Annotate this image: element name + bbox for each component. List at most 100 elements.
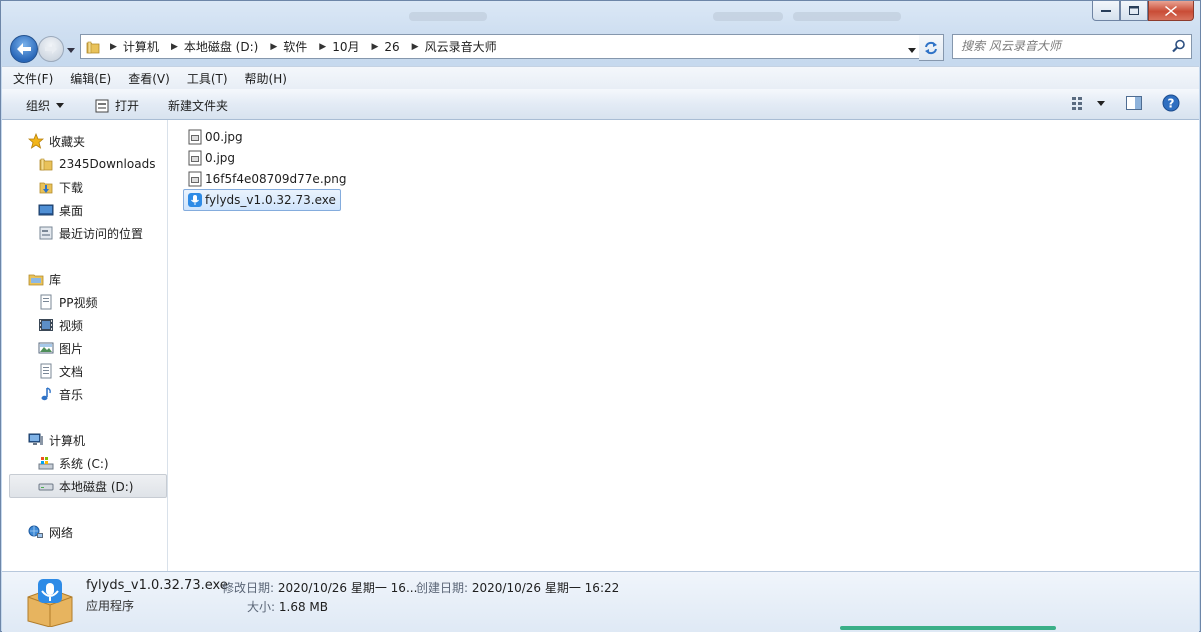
sidebar-item-label: 最近访问的位置 — [59, 226, 144, 241]
breadcrumb-separator[interactable]: ▶ — [165, 42, 184, 52]
sidebar-item-drive-c[interactable]: 系统 (C:) — [2, 452, 166, 474]
sidebar-header-favorites[interactable]: 收藏夹 — [2, 130, 166, 152]
file-item[interactable]: 00.jpg — [187, 127, 243, 147]
sidebar-header-libraries[interactable]: 库 — [2, 268, 166, 290]
new-folder-label: 新建文件夹 — [168, 99, 229, 113]
breadcrumb-separator[interactable]: ▶ — [406, 42, 425, 52]
hard-drive-icon — [38, 478, 54, 494]
sidebar-header-label: 计算机 — [49, 433, 86, 448]
search-icon[interactable] — [1172, 39, 1186, 56]
breadcrumb-item-month[interactable]: 10月 — [332, 38, 365, 55]
menu-view[interactable]: 查看(V) — [122, 70, 176, 87]
sidebar-item-label: 下载 — [59, 180, 84, 195]
command-bar: 组织 打开 新建文件夹 ? — [2, 89, 1199, 120]
search-input[interactable] — [953, 35, 1166, 56]
breadcrumb-separator[interactable]: ▶ — [313, 42, 332, 52]
sidebar-header-label: 收藏夹 — [49, 134, 86, 149]
file-item[interactable]: 16f5f4e08709d77e.png — [187, 169, 346, 189]
maximize-icon — [1129, 6, 1139, 15]
arrow-right-icon — [45, 44, 57, 54]
search-box[interactable] — [952, 34, 1192, 59]
chevron-down-icon — [67, 48, 75, 53]
maximize-button[interactable] — [1120, 1, 1148, 21]
sidebar-item-label: 桌面 — [59, 203, 84, 218]
sidebar-item-label: 音乐 — [59, 387, 84, 402]
file-item-selected[interactable]: fylyds_v1.0.32.73.exe — [183, 189, 341, 211]
sidebar-item-label: 系统 (C:) — [59, 456, 109, 471]
recent-pages-dropdown[interactable] — [67, 42, 75, 56]
sidebar-header-label: 网络 — [49, 525, 74, 540]
chevron-down-icon — [1097, 100, 1105, 106]
image-file-icon — [187, 171, 203, 187]
title-bar — [1, 1, 1200, 31]
minimize-icon — [1101, 9, 1111, 12]
view-icon — [1072, 97, 1082, 110]
arrow-left-icon — [17, 43, 31, 55]
file-item[interactable]: 0.jpg — [187, 148, 235, 168]
file-name: 16f5f4e08709d77e.png — [205, 172, 347, 186]
breadcrumb-item-computer[interactable]: 计算机 — [123, 38, 165, 55]
minimize-button[interactable] — [1092, 1, 1120, 21]
organize-button[interactable]: 组织 — [26, 97, 65, 114]
breadcrumb-item-day[interactable]: 26 — [384, 40, 405, 54]
sidebar-header-network[interactable]: 网络 — [2, 521, 166, 543]
menu-help[interactable]: 帮助(H) — [239, 70, 293, 87]
details-size-label: 大小: — [247, 600, 276, 614]
breadcrumb-separator[interactable]: ▶ — [264, 42, 283, 52]
sidebar-item-music[interactable]: 音乐 — [2, 383, 166, 405]
sidebar-item-pictures[interactable]: 图片 — [2, 337, 166, 359]
refresh-icon — [925, 41, 937, 54]
system-drive-icon — [38, 455, 54, 471]
download-folder-icon — [38, 179, 54, 195]
open-label: 打开 — [115, 99, 140, 113]
breadcrumb-item-software[interactable]: 软件 — [283, 38, 313, 55]
breadcrumb-separator[interactable]: ▶ — [365, 42, 384, 52]
sidebar-header-computer[interactable]: 计算机 — [2, 429, 166, 451]
sidebar-item-pp-video[interactable]: PP视频 — [2, 291, 166, 313]
microphone-app-icon — [187, 192, 203, 208]
back-button[interactable] — [10, 35, 38, 63]
open-button[interactable]: 打开 — [95, 97, 139, 114]
refresh-button[interactable] — [919, 34, 944, 61]
sidebar-item-2345downloads[interactable]: 2345Downloads — [2, 153, 166, 175]
computer-icon — [28, 432, 44, 448]
close-button[interactable] — [1148, 1, 1194, 21]
menu-edit[interactable]: 编辑(E) — [64, 70, 117, 87]
network-icon — [28, 524, 44, 540]
details-created-label: 创建日期: — [416, 581, 469, 595]
help-button[interactable]: ? — [1162, 94, 1180, 112]
preview-pane-button[interactable] — [1126, 96, 1142, 110]
breadcrumb-item-drive-d[interactable]: 本地磁盘 (D:) — [184, 38, 264, 55]
organize-label: 组织 — [26, 99, 51, 113]
new-folder-button[interactable]: 新建文件夹 — [168, 97, 228, 114]
svg-text:?: ? — [1168, 97, 1175, 111]
recent-places-icon — [38, 225, 54, 241]
sidebar-item-videos[interactable]: 视频 — [2, 314, 166, 336]
sidebar-item-recent-places[interactable]: 最近访问的位置 — [2, 222, 166, 244]
details-pane: fylyds_v1.0.32.73.exe 应用程序 修改日期: 2020/10… — [2, 571, 1199, 632]
file-list[interactable]: 00.jpg 0.jpg 16f5f4e08709d77e.png fylyds… — [168, 120, 1199, 571]
sidebar-item-downloads[interactable]: 下载 — [2, 176, 166, 198]
sidebar-item-desktop[interactable]: 桌面 — [2, 199, 166, 221]
taskbar-edge — [840, 626, 1056, 630]
breadcrumb-separator[interactable]: ▶ — [104, 42, 123, 52]
forward-button[interactable] — [38, 36, 64, 62]
sidebar-item-drive-d[interactable]: 本地磁盘 (D:) — [9, 474, 167, 498]
library-icon — [28, 271, 44, 287]
breadcrumb: ▶ 计算机 ▶ 本地磁盘 (D:) ▶ 软件 ▶ 10月 ▶ 26 ▶ 风云录音… — [104, 35, 503, 58]
sidebar-item-label: 文档 — [59, 364, 84, 379]
menu-tools[interactable]: 工具(T) — [181, 70, 234, 87]
sidebar-header-label: 库 — [49, 272, 62, 287]
sidebar-item-documents[interactable]: 文档 — [2, 360, 166, 382]
change-view-button[interactable] — [1071, 96, 1105, 110]
menu-file[interactable]: 文件(F) — [7, 70, 59, 87]
folder-icon — [38, 156, 54, 172]
details-modified-value: 2020/10/26 星期一 16... — [277, 581, 418, 595]
file-name: 00.jpg — [205, 130, 243, 144]
document-icon — [38, 294, 54, 310]
breadcrumb-item-current-folder[interactable]: 风云录音大师 — [425, 38, 503, 55]
details-modified-label: 修改日期: — [222, 581, 275, 595]
blurred-title-text — [713, 12, 783, 21]
address-bar[interactable]: ▶ 计算机 ▶ 本地磁盘 (D:) ▶ 软件 ▶ 10月 ▶ 26 ▶ 风云录音… — [80, 34, 920, 59]
address-history-dropdown[interactable] — [908, 42, 916, 56]
